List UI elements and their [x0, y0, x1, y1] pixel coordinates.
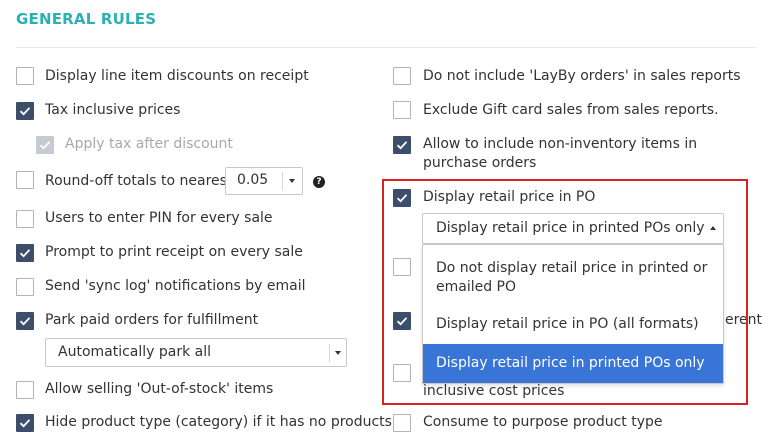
prompt-receipt-label: Prompt to print receipt on every sale — [45, 244, 303, 260]
non-inventory-label: Allow to include non-inventory items in … — [423, 136, 698, 171]
display-line-discounts-checkbox[interactable] — [16, 67, 34, 85]
select-separator — [329, 344, 330, 362]
select-separator — [282, 172, 283, 190]
out-of-stock-checkbox[interactable] — [16, 381, 34, 399]
round-off-select[interactable]: 0.05 — [225, 167, 303, 195]
tax-inclusive-label: Tax inclusive prices — [45, 102, 181, 118]
help-icon[interactable]: ? — [313, 176, 325, 188]
layby-checkbox[interactable] — [393, 67, 411, 85]
checkmark-icon — [396, 141, 408, 150]
apply-tax-after-discount-label: Apply tax after discount — [65, 136, 233, 152]
checkmark-icon — [19, 419, 31, 428]
prompt-receipt-checkbox[interactable] — [16, 244, 34, 262]
sync-log-label: Send 'sync log' notifications by email — [45, 278, 306, 294]
checkmark-icon — [39, 141, 51, 150]
apply-tax-after-discount-checkbox[interactable] — [36, 136, 54, 154]
park-orders-label: Park paid orders for fulfillment — [45, 312, 259, 328]
section-divider — [16, 47, 756, 48]
checkmark-icon — [19, 249, 31, 258]
park-mode-select[interactable]: Automatically park all — [45, 338, 347, 367]
sync-log-checkbox[interactable] — [16, 278, 34, 296]
checkmark-icon — [19, 317, 31, 326]
retail-price-dropdown-list: Do not display retail price in printed o… — [422, 244, 724, 384]
dropdown-option-selected[interactable]: Display retail price in printed POs only — [423, 344, 723, 383]
checkmark-icon — [19, 107, 31, 116]
round-off-value: 0.05 — [237, 172, 269, 188]
chevron-down-icon — [335, 351, 341, 355]
hide-product-type-checkbox[interactable] — [16, 414, 34, 432]
gift-card-label: Exclude Gift card sales from sales repor… — [423, 102, 719, 118]
users-pin-checkbox[interactable] — [16, 210, 34, 228]
section-title: GENERAL RULES — [16, 10, 157, 28]
layby-label: Do not include 'LayBy orders' in sales r… — [423, 68, 741, 84]
dropdown-option[interactable]: Display retail price in PO (all formats) — [423, 315, 723, 334]
out-of-stock-label: Allow selling 'Out-of-stock' items — [45, 381, 274, 397]
chevron-down-icon — [289, 179, 295, 183]
round-off-checkbox[interactable] — [16, 171, 34, 189]
tax-inclusive-checkbox[interactable] — [16, 102, 34, 120]
gift-card-checkbox[interactable] — [393, 101, 411, 119]
display-line-discounts-label: Display line item discounts on receipt — [45, 68, 309, 84]
park-mode-value: Automatically park all — [58, 344, 212, 360]
users-pin-label: Users to enter PIN for every sale — [45, 210, 273, 226]
non-inventory-checkbox[interactable] — [393, 136, 411, 154]
bottom-row-checkbox[interactable] — [393, 414, 411, 432]
dropdown-option[interactable]: Do not display retail price in printed o… — [423, 259, 723, 297]
park-orders-checkbox[interactable] — [16, 312, 34, 330]
round-off-label: Round-off totals to nearest — [45, 173, 233, 189]
